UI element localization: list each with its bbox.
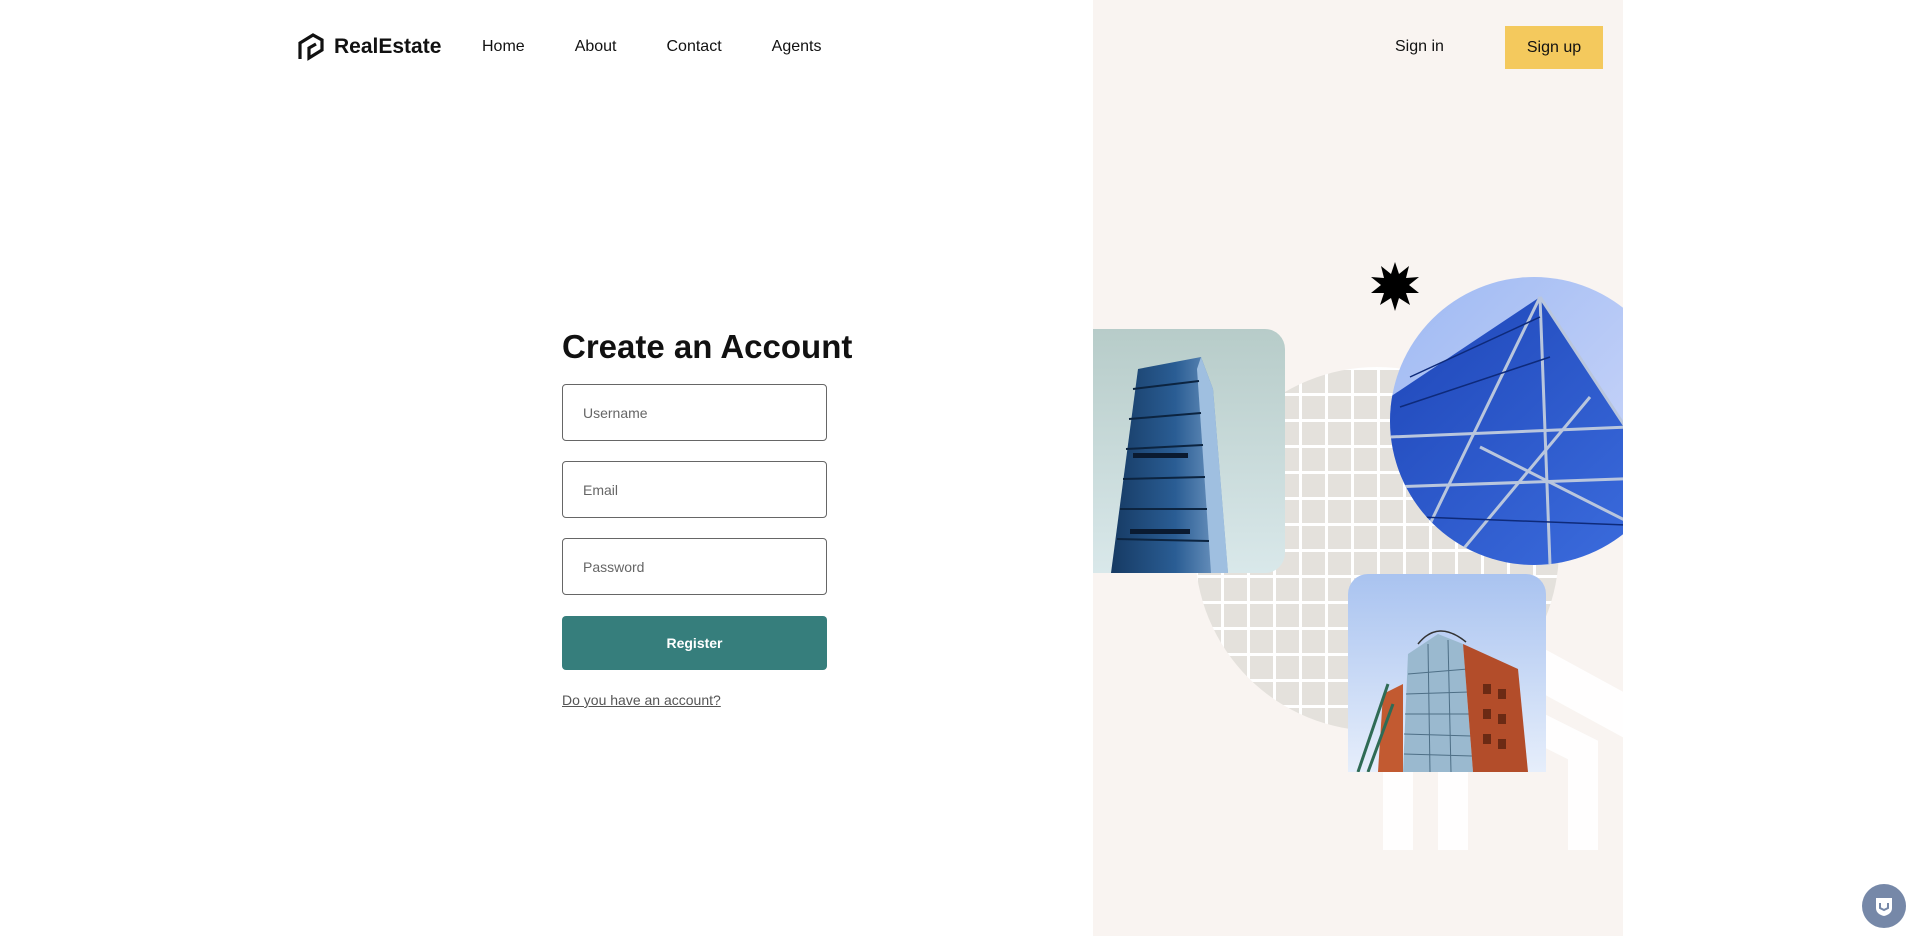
sign-in-link[interactable]: Sign in (1395, 38, 1444, 56)
sign-up-button[interactable]: Sign up (1505, 26, 1603, 69)
shield-chat-icon (1876, 898, 1892, 916)
form-title: Create an Account (562, 328, 853, 365)
email-input[interactable] (562, 461, 827, 518)
hero-illustration-panel (1093, 0, 1623, 936)
skyscraper-photo (1093, 329, 1285, 573)
register-button[interactable]: Register (562, 616, 827, 670)
nav-contact-link[interactable]: Contact (667, 38, 722, 56)
have-account-link[interactable]: Do you have an account? (562, 692, 721, 708)
main-nav: Home About Contact Agents (482, 38, 821, 56)
brand-name: RealEstate (334, 35, 442, 58)
nav-agents-link[interactable]: Agents (772, 38, 822, 56)
starburst-icon (1371, 262, 1419, 311)
nav-about-link[interactable]: About (575, 38, 617, 56)
register-form: Create an Account Register Do you have a… (562, 328, 853, 710)
nav-home-link[interactable]: Home (482, 38, 525, 56)
house-logo-icon (298, 33, 324, 61)
password-input[interactable] (562, 538, 827, 595)
username-input[interactable] (562, 384, 827, 441)
brand-logo[interactable]: RealEstate (296, 32, 441, 62)
office-building-photo (1348, 574, 1546, 772)
help-widget-button[interactable] (1862, 884, 1906, 928)
